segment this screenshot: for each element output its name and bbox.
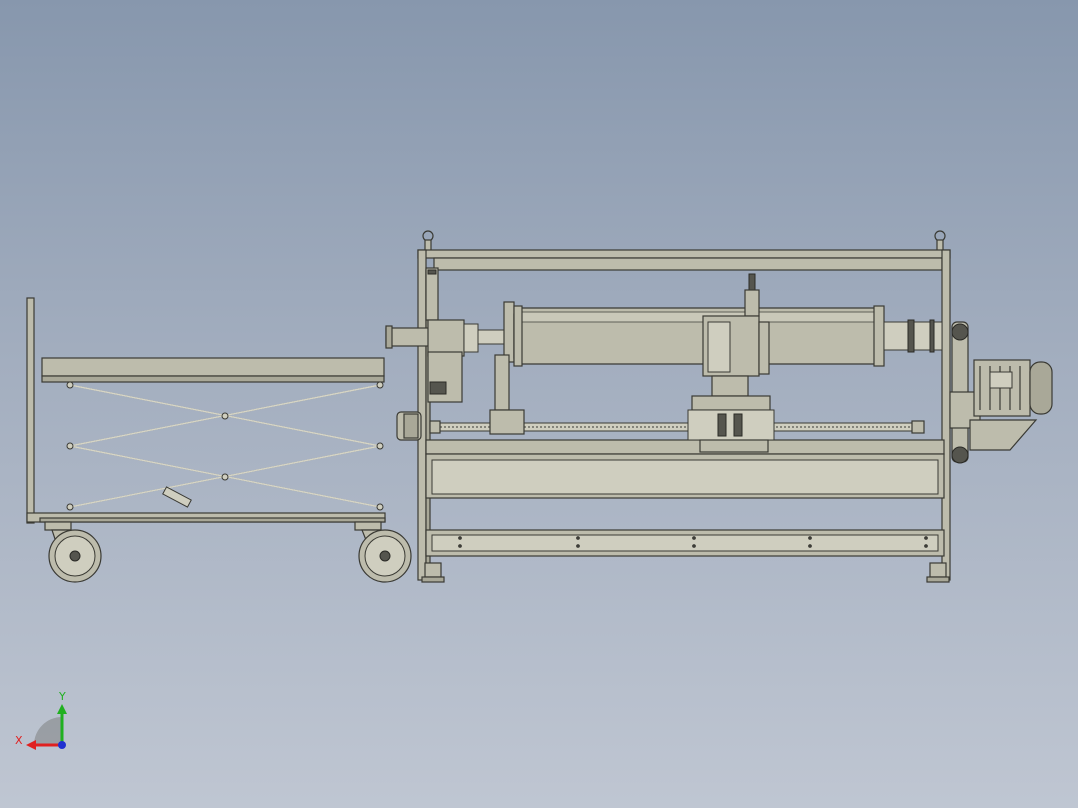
probe-body — [744, 289, 760, 317]
cart-handle-post — [26, 297, 35, 524]
scissor-arms — [66, 381, 384, 511]
support-base — [489, 409, 525, 435]
carriage-saddle — [699, 439, 769, 453]
lift-cylinder — [162, 486, 192, 508]
motor-fan-cover — [1029, 361, 1053, 415]
motor-bracket — [969, 419, 1038, 451]
drum-flange-right — [873, 305, 885, 367]
drive-assembly[interactable] — [949, 321, 1053, 464]
lifting-eye-left — [422, 230, 434, 253]
spindle-flange — [503, 301, 515, 363]
left-headstock[interactable] — [385, 267, 525, 441]
cart-base-rail — [39, 517, 386, 523]
motor-terminal-box — [989, 371, 1013, 389]
pneumatic-cylinder — [385, 327, 431, 347]
coordinate-triad: Y X — [15, 690, 67, 750]
foot-left — [424, 562, 442, 578]
chuck-housing — [427, 319, 465, 357]
foot-left-pad — [421, 576, 445, 583]
foot-right-pad — [926, 576, 950, 583]
cad-viewport[interactable]: Y X — [0, 0, 1078, 808]
vertical-cylinder — [425, 267, 439, 321]
scissor-lift-cart[interactable] — [26, 297, 412, 583]
lower-tray-panel — [431, 534, 939, 552]
support-post — [494, 354, 510, 411]
left-caster-wheel[interactable] — [44, 521, 102, 583]
bed-top-plate — [425, 439, 945, 455]
right-caster-wheel[interactable] — [354, 521, 412, 583]
top-pulley — [951, 323, 969, 341]
head-neck — [711, 375, 749, 397]
lift-table-rail — [41, 375, 385, 383]
bed-panel — [431, 459, 939, 495]
lifting-eye-right — [934, 230, 946, 253]
frame-top-beam — [417, 249, 951, 259]
chuck-face — [463, 323, 479, 353]
bottom-pulley — [951, 446, 969, 464]
triad-plane — [34, 717, 62, 745]
drum-flange-left — [513, 305, 523, 367]
y-axis-label: Y — [58, 690, 66, 703]
frame-top-rail — [433, 257, 943, 271]
z-axis-dot — [58, 741, 66, 749]
foot-right — [929, 562, 947, 578]
x-axis-label: X — [15, 734, 23, 747]
assembly-drawing[interactable]: Y X — [0, 0, 1078, 808]
slide-body — [687, 409, 775, 441]
lift-table-top — [41, 357, 385, 377]
cross-slide — [691, 395, 771, 411]
